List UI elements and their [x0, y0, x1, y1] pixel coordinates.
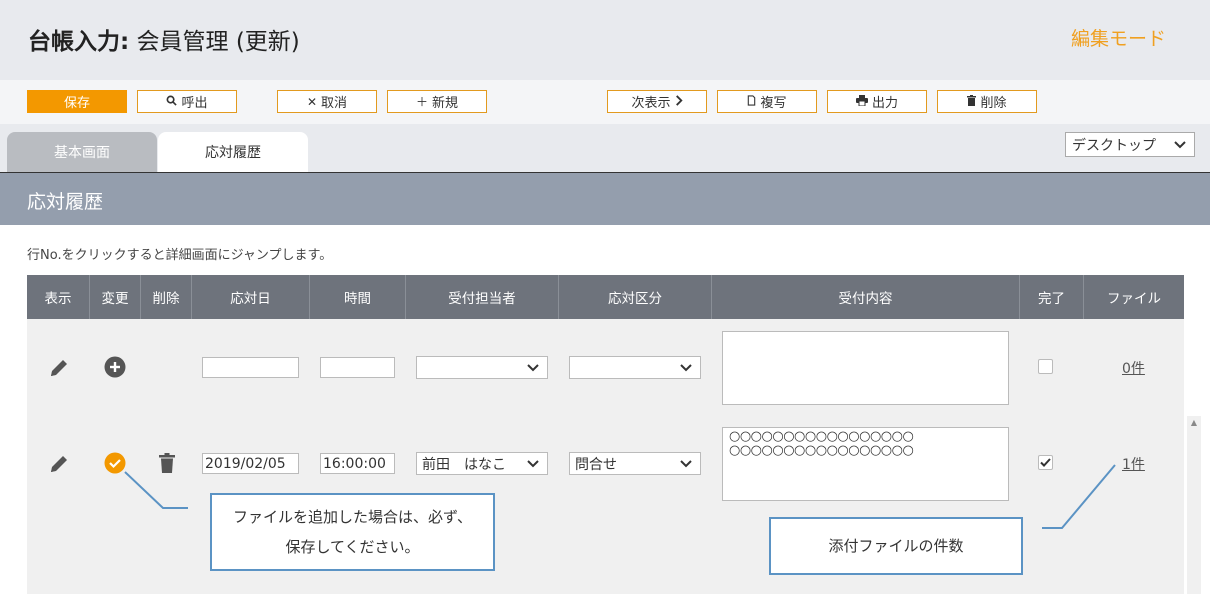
table-header: 表示 変更 削除 応対日 時間 受付担当者 応対区分 受付内容 完了 ファイル [27, 275, 1184, 319]
cancel-button-label: 取消 [321, 96, 348, 111]
save-reminder-line1: ファイルを追加した場合は、必ず、 [233, 508, 472, 526]
col-header-change: 変更 [90, 275, 141, 319]
cancel-button[interactable]: ✕ 取消 [277, 90, 377, 113]
page-title: 台帳入力: 会員管理 (更新) [28, 22, 300, 56]
file-count-link[interactable]: 0件 [1122, 358, 1145, 378]
tab-basic[interactable]: 基本画面 [7, 132, 157, 172]
view-mode-value: デスクトップ [1072, 137, 1156, 154]
copy-button[interactable]: 複写 [717, 90, 817, 113]
next-button-label: 次表示 [631, 96, 671, 111]
content-textarea[interactable] [722, 331, 1009, 405]
done-checkbox[interactable] [1038, 359, 1053, 374]
file-count-callout: 添付ファイルの件数 [769, 517, 1023, 575]
edit-mode-label: 編集モード [1070, 28, 1166, 50]
time-input[interactable] [320, 357, 395, 378]
staff-select[interactable]: 前田 はなこ [416, 452, 548, 475]
scroll-up-arrow-icon[interactable]: ▲ [1187, 418, 1201, 427]
page: 台帳入力: 会員管理 (更新) 編集モード 保存 呼出 ✕ 取消 ＋ 新規 次表… [0, 0, 1210, 594]
toolbar: 保存 呼出 ✕ 取消 ＋ 新規 次表示 複写 出力 削除 [0, 80, 1210, 124]
tab-bar: 基本画面 応対履歴 デスクトップ [0, 124, 1210, 172]
chevron-down-icon [527, 360, 539, 376]
tab-response-history[interactable]: 応対履歴 [158, 132, 308, 172]
plus-icon: ＋ [415, 95, 428, 109]
chevron-down-icon [680, 360, 692, 376]
document-icon [747, 94, 756, 109]
col-header-category: 応対区分 [559, 275, 712, 319]
section-title: 応対履歴 [27, 191, 104, 213]
file-count-link[interactable]: 1件 [1122, 454, 1145, 474]
scrollbar[interactable]: ▲ [1187, 416, 1201, 594]
tab-response-history-label: 応対履歴 [205, 145, 261, 161]
chevron-down-icon [1174, 138, 1186, 152]
file-count-note: 添付ファイルの件数 [828, 537, 964, 555]
hint-text: 行No.をクリックすると詳細画面にジャンプします。 [27, 248, 333, 263]
new-button[interactable]: ＋ 新規 [387, 90, 487, 113]
staff-select[interactable] [416, 356, 548, 379]
chevron-right-icon [675, 94, 683, 109]
new-button-label: 新規 [432, 96, 459, 111]
date-input[interactable] [202, 357, 299, 378]
date-input[interactable]: 2019/02/05 [202, 453, 299, 474]
call-button[interactable]: 呼出 [137, 90, 237, 113]
save-button-label: 保存 [63, 96, 90, 111]
trash-icon [967, 94, 977, 109]
trash-icon[interactable] [156, 451, 178, 475]
pencil-icon[interactable] [46, 355, 72, 381]
category-select[interactable]: 問合せ [569, 452, 701, 475]
tab-basic-label: 基本画面 [54, 145, 110, 161]
view-mode-select[interactable]: デスクトップ [1065, 132, 1195, 157]
category-select-value: 問合せ [575, 456, 617, 473]
content-line: ○○○○○○○○○○○○○○○○○ [729, 443, 914, 458]
delete-button[interactable]: 削除 [937, 90, 1037, 113]
save-reminder-callout: ファイルを追加した場合は、必ず、 保存してください。 [210, 493, 495, 571]
printer-icon [855, 94, 868, 109]
col-header-time: 時間 [310, 275, 406, 319]
category-select[interactable] [569, 356, 701, 379]
page-title-main: 会員管理 (更新) [136, 29, 300, 55]
content-textarea[interactable]: ○○○○○○○○○○○○○○○○○ ○○○○○○○○○○○○○○○○○ [722, 427, 1009, 501]
add-circle-icon[interactable] [103, 355, 127, 379]
col-header-view: 表示 [27, 275, 90, 319]
next-button[interactable]: 次表示 [607, 90, 707, 113]
col-header-content: 受付内容 [712, 275, 1020, 319]
call-button-label: 呼出 [181, 96, 208, 111]
section-header: 応対履歴 [0, 173, 1210, 225]
pencil-icon[interactable] [46, 451, 72, 477]
col-header-date: 応対日 [192, 275, 310, 319]
staff-select-value: 前田 はなこ [422, 456, 506, 473]
chevron-down-icon [680, 456, 692, 472]
close-icon: ✕ [306, 94, 318, 109]
check-circle-icon[interactable] [103, 451, 127, 475]
time-input[interactable]: 16:00:00 [320, 453, 395, 474]
col-header-delete: 削除 [141, 275, 192, 319]
page-header: 台帳入力: 会員管理 (更新) 編集モード [0, 0, 1210, 80]
copy-button-label: 複写 [760, 96, 787, 111]
output-button-label: 出力 [871, 96, 898, 111]
done-checkbox[interactable] [1038, 455, 1053, 470]
col-header-file: ファイル [1107, 291, 1161, 307]
delete-button-label: 削除 [980, 96, 1007, 111]
col-header-done: 完了 [1020, 275, 1084, 319]
col-header-staff: 受付担当者 [406, 275, 559, 319]
page-title-prefix: 台帳入力: [28, 29, 130, 55]
output-button[interactable]: 出力 [827, 90, 927, 113]
content-line: ○○○○○○○○○○○○○○○○○ [729, 429, 914, 444]
search-icon [166, 95, 178, 109]
save-reminder-line2: 保存してください。 [285, 538, 420, 556]
chevron-down-icon [527, 456, 539, 472]
save-button[interactable]: 保存 [27, 90, 127, 113]
